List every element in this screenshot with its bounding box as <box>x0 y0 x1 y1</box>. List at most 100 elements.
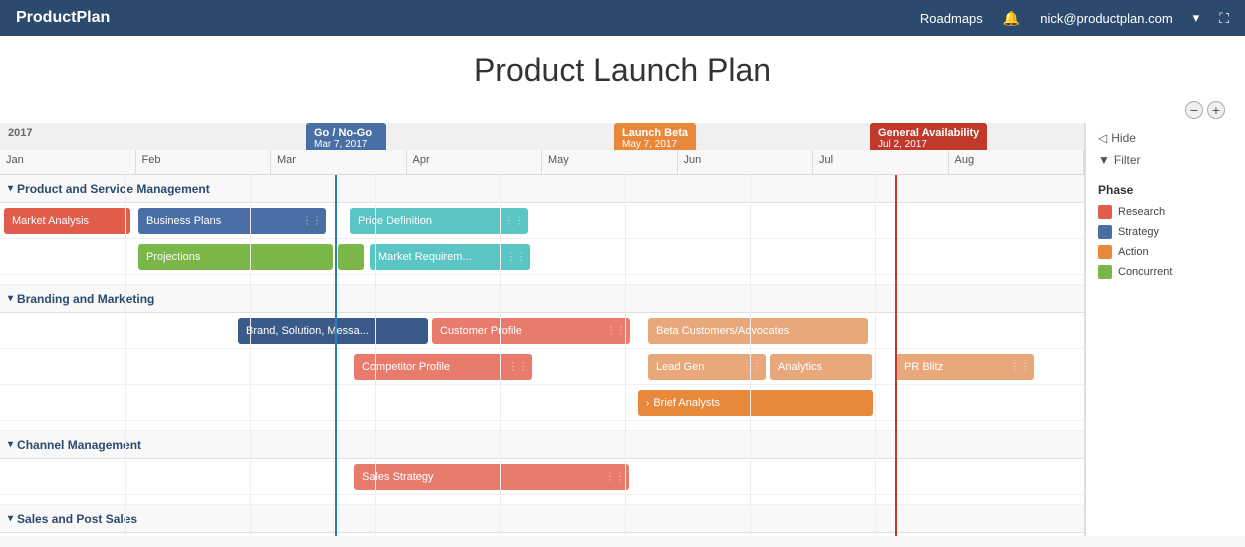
milestone-go-nogo-label: Go / No-Go <box>314 127 378 139</box>
legend-item-action: Action <box>1098 245 1233 259</box>
bar-projections-ext[interactable] <box>338 244 364 270</box>
app-logo: ProductPlan <box>16 9 110 27</box>
gantt-body: ▾ Product and Service Management Market … <box>0 175 1084 536</box>
legend-dot-research <box>1098 205 1112 219</box>
milestone-launch-beta-label: Launch Beta <box>622 127 688 139</box>
col-line-4 <box>500 175 501 536</box>
bell-icon[interactable]: 🔔 <box>1003 10 1020 27</box>
bar-row-psm-2: Projections Market Requirem... ⋮⋮ <box>0 239 1084 275</box>
group-arrow-branding[interactable]: ▾ <box>8 293 13 304</box>
timeline-header: 2017 Go / No-Go Mar 7, 2017 Launch Beta … <box>0 123 1084 175</box>
bar-pr-blitz[interactable]: PR Blitz ⋮⋮ <box>896 354 1034 380</box>
bar-sales-strategy[interactable]: Sales Strategy ⋮⋮ <box>354 464 629 490</box>
bar-projections[interactable]: Projections <box>138 244 333 270</box>
bar-beta-customers[interactable]: Beta Customers/Advocates <box>648 318 868 344</box>
spacer-1 <box>0 275 1084 285</box>
group-sales-post: ▾ Sales and Post Sales <box>0 505 1084 533</box>
group-arrow-salespost[interactable]: ▾ <box>8 513 13 524</box>
bar-row-cm-1: Sales Strategy ⋮⋮ <box>0 459 1084 495</box>
zoom-out-button[interactable]: − <box>1185 101 1203 119</box>
hide-icon: ◁ <box>1098 131 1107 145</box>
bar-handle-leadgen: ⋮⋮ <box>742 362 762 373</box>
expand-icon[interactable]: ⛶ <box>1219 10 1229 27</box>
col-line-7 <box>875 175 876 536</box>
month-feb: Feb <box>136 150 272 174</box>
milestone-launch-beta-date: May 7, 2017 <box>622 139 688 150</box>
right-sidebar: ◁ Hide ▼ Filter Phase Research Strategy … <box>1085 123 1245 536</box>
app-wrapper: ProductPlan Roadmaps 🔔 nick@productplan.… <box>0 0 1245 536</box>
legend-label-research: Research <box>1118 206 1165 218</box>
milestone-ga-label: General Availability <box>878 127 979 139</box>
controls-row: − + <box>0 97 1245 123</box>
bar-price-definition[interactable]: Price Definition ⋮⋮ <box>350 208 528 234</box>
bar-row-bm-2: Competitor Profile ⋮⋮ Lead Gen ⋮⋮ Analyt… <box>0 349 1084 385</box>
group-label-product: Product and Service Management <box>17 182 210 196</box>
user-menu[interactable]: nick@productplan.com <box>1040 11 1172 26</box>
group-label-channel: Channel Management <box>17 438 141 452</box>
bar-handle-prblitz: ⋮⋮ <box>1010 362 1030 373</box>
group-product-service: ▾ Product and Service Management <box>0 175 1084 203</box>
col-line-1 <box>125 175 126 536</box>
spacer-3 <box>0 495 1084 505</box>
bar-brief-analysts[interactable]: › Brief Analysts <box>638 390 873 416</box>
hide-label: Hide <box>1111 131 1136 145</box>
page-title: Product Launch Plan <box>0 52 1245 89</box>
bar-customer-profile[interactable]: Customer Profile ⋮⋮ <box>432 318 630 344</box>
month-jul: Jul <box>813 150 949 174</box>
legend-dot-action <box>1098 245 1112 259</box>
col-line-5 <box>625 175 626 536</box>
zoom-in-button[interactable]: + <box>1207 101 1225 119</box>
group-label-branding: Branding and Marketing <box>17 292 154 306</box>
bar-market-analysis[interactable]: Market Analysis <box>4 208 130 234</box>
bar-handle-mreq: ⋮⋮ <box>506 252 526 263</box>
spacer-2 <box>0 421 1084 431</box>
group-arrow-channel[interactable]: ▾ <box>8 439 13 450</box>
chevron-down-icon: ▾ <box>1193 10 1200 26</box>
bar-market-requirements[interactable]: Market Requirem... ⋮⋮ <box>370 244 530 270</box>
roadmaps-link[interactable]: Roadmaps <box>920 11 983 26</box>
legend-item-research: Research <box>1098 205 1233 219</box>
legend-item-concurrent: Concurrent <box>1098 265 1233 279</box>
month-jan: Jan <box>0 150 136 174</box>
page-title-area: Product Launch Plan <box>0 36 1245 97</box>
bar-row-psm-1: Market Analysis Business Plans ⋮⋮ Price … <box>0 203 1084 239</box>
milestone-ga-date: Jul 2, 2017 <box>878 139 979 150</box>
month-jun: Jun <box>678 150 814 174</box>
milestone-go-nogo-date: Mar 7, 2017 <box>314 139 378 150</box>
legend-dot-strategy <box>1098 225 1112 239</box>
bar-lead-gen[interactable]: Lead Gen ⋮⋮ <box>648 354 766 380</box>
bar-handle-sales: ⋮⋮ <box>605 472 625 483</box>
legend-title: Phase <box>1098 183 1233 197</box>
milestone-vline-ga <box>895 175 897 536</box>
month-aug: Aug <box>949 150 1085 174</box>
month-may: May <box>542 150 678 174</box>
group-label-salespost: Sales and Post Sales <box>17 512 137 526</box>
legend-label-strategy: Strategy <box>1118 226 1159 238</box>
group-branding: ▾ Branding and Marketing <box>0 285 1084 313</box>
bar-handle-compprof: ⋮⋮ <box>508 362 528 373</box>
filter-label: Filter <box>1114 153 1141 167</box>
legend-dot-concurrent <box>1098 265 1112 279</box>
col-line-6 <box>750 175 751 536</box>
bar-analytics[interactable]: Analytics <box>770 354 872 380</box>
months-row: Jan Feb Mar Apr May Jun Jul Aug <box>0 150 1084 174</box>
hide-button[interactable]: ◁ Hide <box>1098 131 1233 145</box>
group-arrow-product[interactable]: ▾ <box>8 183 13 194</box>
bar-handle-price-def: ⋮⋮ <box>504 216 524 227</box>
month-mar: Mar <box>271 150 407 174</box>
bar-row-bm-1: Brand, Solution, Messa... Customer Profi… <box>0 313 1084 349</box>
bar-brand-solution[interactable]: Brand, Solution, Messa... <box>238 318 428 344</box>
bar-business-plans[interactable]: Business Plans ⋮⋮ <box>138 208 326 234</box>
col-line-2 <box>250 175 251 536</box>
legend-label-action: Action <box>1118 246 1149 258</box>
header: ProductPlan Roadmaps 🔔 nick@productplan.… <box>0 0 1245 36</box>
group-channel: ▾ Channel Management <box>0 431 1084 459</box>
bar-handle-cp: ⋮⋮ <box>606 326 626 337</box>
gantt-area: 2017 Go / No-Go Mar 7, 2017 Launch Beta … <box>0 123 1085 536</box>
filter-icon: ▼ <box>1098 153 1110 167</box>
bar-competitor-profile[interactable]: Competitor Profile ⋮⋮ <box>354 354 532 380</box>
bar-row-sps-1 <box>0 533 1084 536</box>
month-apr: Apr <box>407 150 543 174</box>
filter-button[interactable]: ▼ Filter <box>1098 153 1233 167</box>
header-nav: Roadmaps 🔔 nick@productplan.com ▾ ⛶ <box>920 10 1229 27</box>
